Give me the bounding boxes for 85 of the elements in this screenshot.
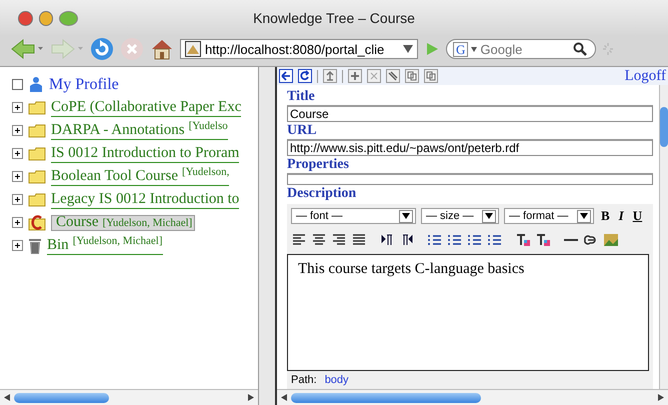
plus-icon[interactable] — [348, 69, 362, 83]
dropdown[interactable]: — format — — [504, 208, 594, 224]
bullet-list-icon[interactable] — [447, 233, 463, 247]
folder-icon — [28, 146, 46, 160]
tree-item[interactable]: My Profile — [49, 76, 119, 93]
horizontal-scrollbar[interactable] — [277, 389, 668, 405]
numbered-list-icon[interactable] — [427, 233, 443, 247]
outdent-icon[interactable] — [467, 233, 483, 247]
scroll-right-icon[interactable] — [658, 394, 664, 401]
dropdown-icon[interactable] — [403, 45, 413, 53]
scroll-left-icon[interactable] — [281, 394, 287, 401]
scroll-right-icon[interactable] — [248, 394, 254, 401]
dropdown-arrow-icon — [580, 213, 588, 219]
paste-icon[interactable] — [424, 69, 438, 83]
window-title: Knowledge Tree – Course — [253, 10, 415, 26]
format-button[interactable]: B — [599, 208, 612, 224]
expand-icon[interactable] — [12, 194, 23, 205]
folder-icon — [28, 100, 46, 114]
align-center-icon[interactable] — [311, 233, 327, 247]
path-link[interactable]: body — [324, 374, 349, 386]
expand-icon[interactable] — [12, 125, 23, 136]
editor-text: This course targets C-language basics — [298, 261, 526, 278]
format-button[interactable]: I — [616, 208, 626, 224]
indent-icon[interactable] — [487, 233, 503, 247]
text-field[interactable]: http://www.sis.pitt.edu/~paws/ont/peterb.rdf — [287, 139, 653, 156]
tree-item[interactable]: Boolean Tool Course $^{[Yudelson,}$ — [51, 168, 230, 186]
fill-color-icon[interactable] — [535, 233, 551, 247]
vertical-scrollbar[interactable] — [659, 85, 668, 389]
field-label: URL — [287, 122, 318, 139]
field-label: Title — [287, 88, 316, 105]
trash-icon — [28, 238, 42, 254]
expand-icon[interactable] — [12, 102, 23, 113]
folder-icon — [28, 124, 46, 138]
field-label: Description — [287, 185, 358, 202]
expand-icon[interactable] — [12, 148, 23, 159]
dropdown-arrow-icon — [485, 213, 493, 219]
editor-area[interactable]: This course targets C-language basics — [287, 254, 649, 371]
refresh-icon[interactable] — [298, 69, 312, 83]
horizontal-scrollbar[interactable] — [0, 389, 258, 405]
expand-icon[interactable] — [12, 240, 23, 251]
dropdown-arrow-icon — [402, 213, 410, 219]
person-icon — [28, 76, 44, 93]
tree-item[interactable]: DARPA - Annotations $^{[Yudelso}$ — [51, 122, 228, 140]
search-engine-logo[interactable]: G — [453, 42, 468, 56]
field-label: Properties — [287, 156, 350, 173]
text-field[interactable] — [287, 173, 653, 185]
dropdown[interactable]: — font — — [291, 208, 416, 224]
up-icon[interactable] — [323, 69, 337, 83]
back-icon[interactable] — [279, 69, 293, 83]
expand-icon[interactable] — [12, 171, 23, 182]
zoom-button[interactable] — [59, 10, 78, 26]
scroll-left-icon[interactable] — [4, 394, 10, 401]
minimize-button[interactable] — [38, 10, 54, 26]
search-icon[interactable] — [573, 42, 588, 56]
edit-icon[interactable] — [386, 69, 400, 83]
folder-icon — [28, 192, 46, 206]
align-right-icon[interactable] — [331, 233, 347, 247]
tree-item[interactable]: Bin $^{[Yudelson, Michael]}$ — [47, 236, 162, 254]
tree-item[interactable]: IS 0012 Introduction to Proram — [51, 144, 240, 162]
expand-icon[interactable] — [12, 217, 23, 228]
copy-icon[interactable] — [405, 69, 419, 83]
format-button[interactable]: U — [630, 208, 644, 224]
ltr-icon[interactable] — [379, 233, 395, 247]
spinner-icon — [602, 42, 614, 56]
align-left-icon[interactable] — [291, 233, 307, 247]
justify-icon[interactable] — [351, 233, 367, 247]
dropdown[interactable]: — size — — [421, 208, 499, 224]
tree-item[interactable]: Legacy IS 0012 Introduction to — [51, 190, 240, 208]
dropdown-icon[interactable] — [471, 46, 478, 52]
address-field[interactable]: http://localhost:8080/portal_clie — [180, 39, 418, 59]
splitter[interactable] — [259, 67, 277, 405]
site-icon — [185, 41, 201, 57]
course-icon — [28, 214, 46, 230]
image-icon[interactable] — [603, 233, 619, 247]
folder-icon — [28, 170, 46, 184]
text-color-icon[interactable] — [515, 233, 531, 247]
reload-icon[interactable] — [90, 37, 114, 61]
close-button[interactable] — [18, 10, 33, 26]
checkbox[interactable] — [12, 79, 23, 90]
tree-item[interactable]: CoPE (Collaborative Paper Exc — [51, 98, 242, 116]
search-field[interactable]: G Google — [446, 39, 596, 59]
path-label: Path: — [291, 374, 317, 386]
logoff-link[interactable]: Logoff — [624, 68, 666, 84]
home-icon[interactable] — [150, 37, 174, 61]
text-field[interactable]: Course — [287, 105, 653, 122]
